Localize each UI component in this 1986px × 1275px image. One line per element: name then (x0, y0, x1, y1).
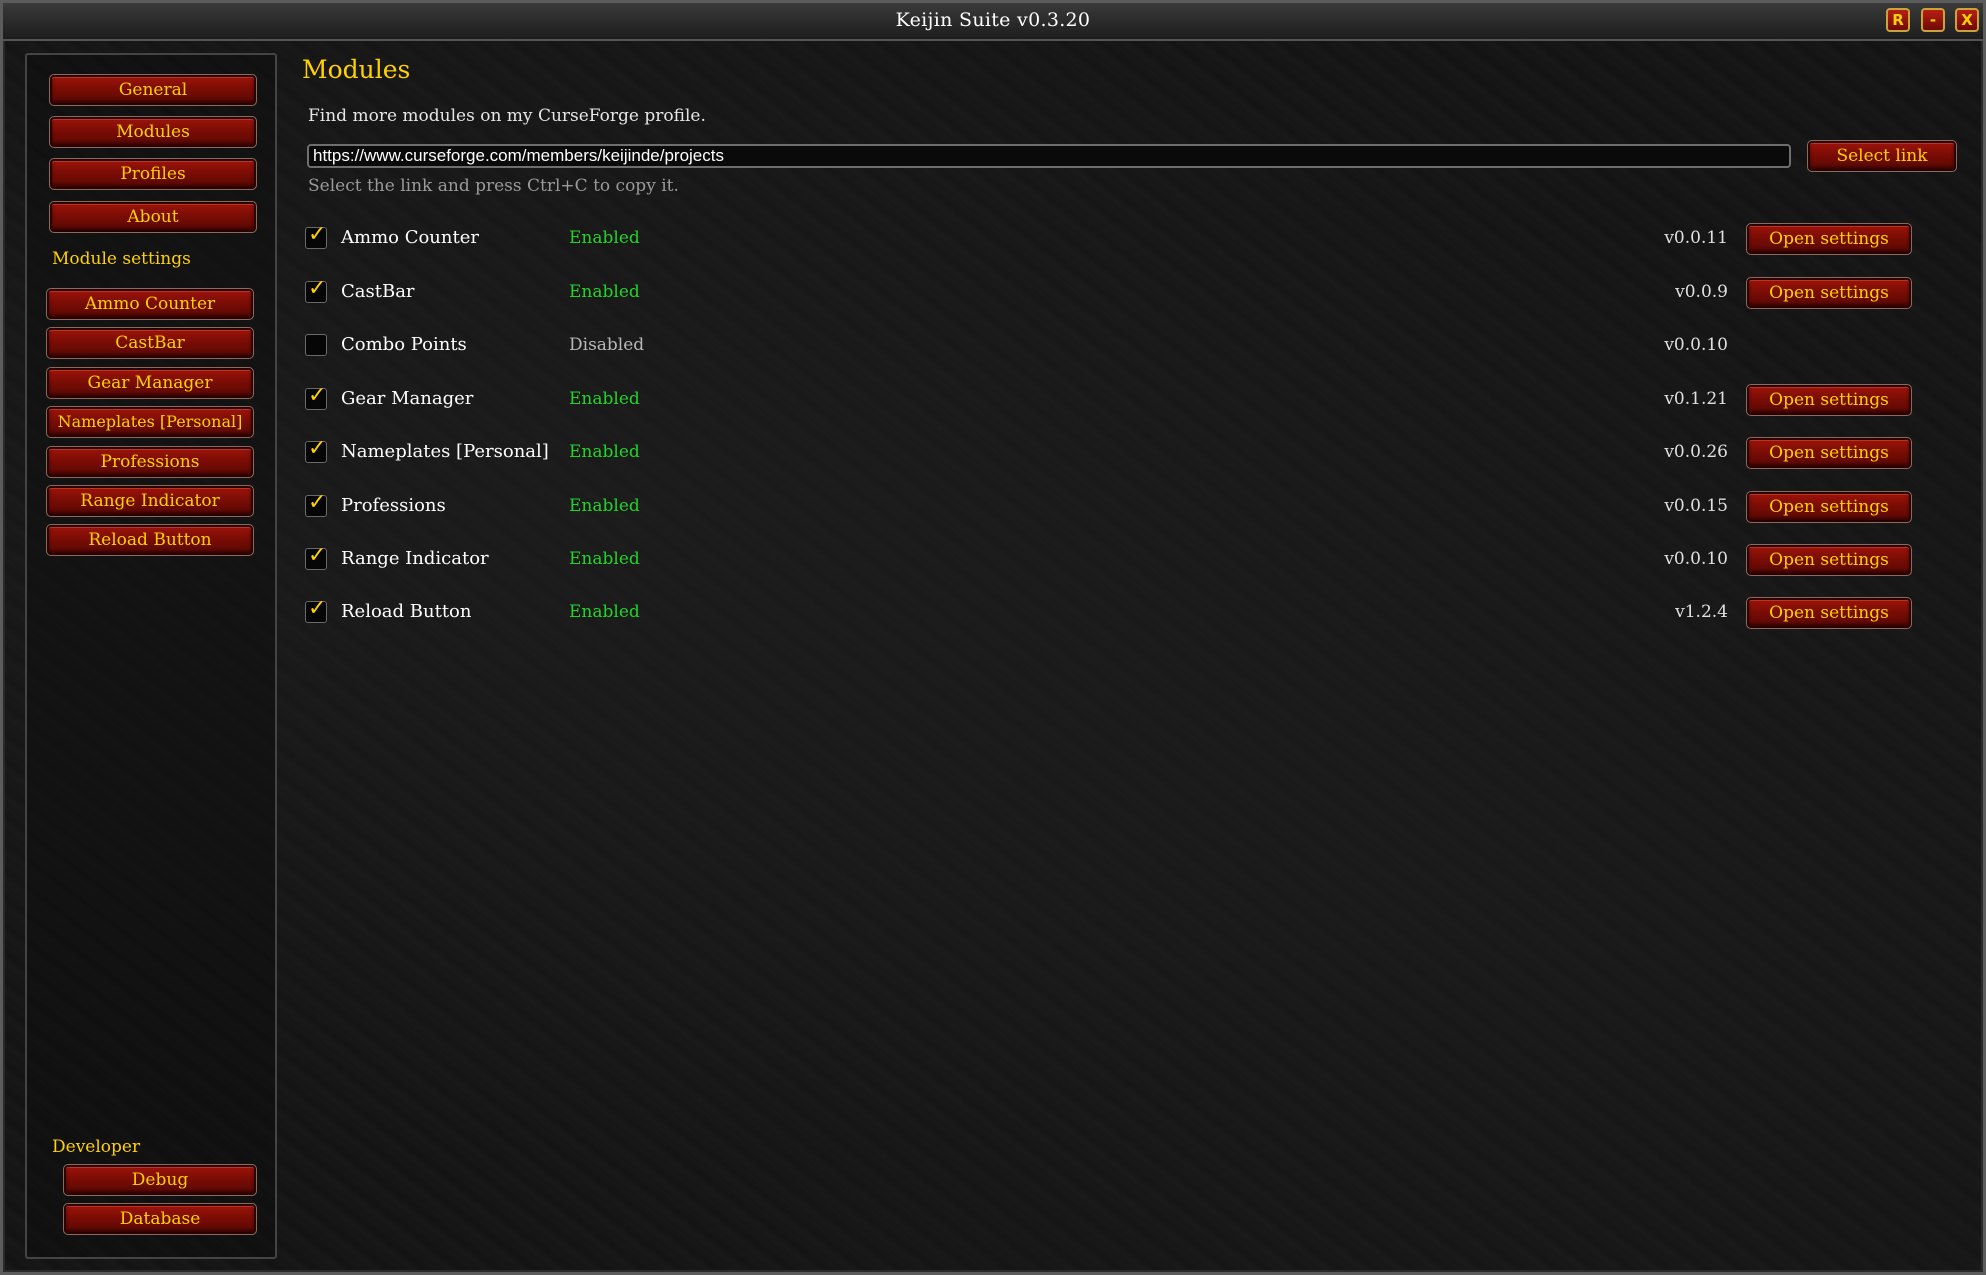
module-name: Range Indicator (341, 548, 489, 569)
module-status: Enabled (569, 389, 640, 409)
module-settings-heading: Module settings (52, 249, 191, 269)
module-row-range-indicator: ✓ Range Indicator Enabled v0.0.10 Open s… (303, 542, 1913, 578)
module-status: Enabled (569, 442, 640, 462)
close-button[interactable]: X (1955, 8, 1979, 32)
sidebar-item-ammo-counter[interactable]: Ammo Counter (46, 288, 254, 320)
module-name: CastBar (341, 281, 415, 302)
open-settings-button[interactable]: Open settings (1746, 384, 1912, 416)
module-enable-checkbox[interactable]: ✓ (305, 597, 327, 623)
open-settings-button[interactable]: Open settings (1746, 437, 1912, 469)
module-name: Ammo Counter (341, 227, 479, 248)
module-version: v0.0.15 (1664, 496, 1728, 516)
module-status: Enabled (569, 228, 640, 248)
module-version: v0.0.11 (1664, 228, 1728, 248)
checkmark-icon: ✓ (308, 276, 327, 301)
module-status: Enabled (569, 496, 640, 516)
curseforge-info-text: Find more modules on my CurseForge profi… (308, 106, 706, 126)
title-bar[interactable]: Keijin Suite v0.3.20 R - X (3, 3, 1983, 41)
module-version: v0.0.10 (1664, 549, 1728, 569)
sidebar-item-gear-manager[interactable]: Gear Manager (46, 367, 254, 399)
module-version: v0.1.21 (1664, 389, 1728, 409)
open-settings-button[interactable]: Open settings (1746, 223, 1912, 255)
checkmark-icon: ✓ (308, 490, 327, 515)
database-button[interactable]: Database (63, 1203, 257, 1235)
module-enable-checkbox[interactable]: ✓ (305, 491, 327, 517)
module-enable-checkbox[interactable] (305, 334, 327, 356)
sidebar-item-nameplates-personal[interactable]: Nameplates [Personal] (46, 406, 254, 438)
close-icon: X (1961, 11, 1973, 29)
module-status: Enabled (569, 282, 640, 302)
module-row-castbar: ✓ CastBar Enabled v0.0.9 Open settings (303, 275, 1913, 311)
module-status: Enabled (569, 549, 640, 569)
developer-heading: Developer (52, 1137, 141, 1157)
module-status: Enabled (569, 602, 640, 622)
curseforge-link-input[interactable]: https://www.curseforge.com/members/keiji… (307, 144, 1791, 168)
addon-window: Keijin Suite v0.3.20 R - X General Modul… (0, 0, 1986, 1275)
module-enable-checkbox[interactable]: ✓ (305, 277, 327, 303)
module-name: Gear Manager (341, 388, 474, 409)
checkmark-icon: ✓ (308, 222, 327, 247)
sidebar-item-professions[interactable]: Professions (46, 446, 254, 478)
checkmark-icon: ✓ (308, 543, 327, 568)
sidebar-item-reload-button[interactable]: Reload Button (46, 524, 254, 556)
module-row-nameplates-personal: ✓ Nameplates [Personal] Enabled v0.0.26 … (303, 435, 1913, 471)
nav-modules-button[interactable]: Modules (49, 116, 257, 148)
minimize-button[interactable]: - (1921, 8, 1945, 32)
module-version: v0.0.9 (1675, 282, 1728, 302)
nav-about-button[interactable]: About (49, 201, 257, 233)
module-version: v0.0.26 (1664, 442, 1728, 462)
window-title: Keijin Suite v0.3.20 (895, 9, 1091, 31)
checkmark-icon: ✓ (308, 383, 327, 408)
checkmark-icon: ✓ (308, 596, 327, 621)
module-row-combo-points: Combo Points Disabled v0.0.10 (303, 328, 1913, 364)
checkmark-icon: ✓ (308, 436, 327, 461)
module-name: Reload Button (341, 601, 472, 622)
module-row-professions: ✓ Professions Enabled v0.0.15 Open setti… (303, 489, 1913, 525)
page-title: Modules (302, 55, 411, 84)
open-settings-button[interactable]: Open settings (1746, 277, 1912, 309)
copy-hint-text: Select the link and press Ctrl+C to copy… (308, 176, 679, 196)
module-row-reload-button: ✓ Reload Button Enabled v1.2.4 Open sett… (303, 595, 1913, 631)
module-row-gear-manager: ✓ Gear Manager Enabled v0.1.21 Open sett… (303, 382, 1913, 418)
open-settings-button[interactable]: Open settings (1746, 597, 1912, 629)
module-enable-checkbox[interactable]: ✓ (305, 223, 327, 249)
module-row-ammo-counter: ✓ Ammo Counter Enabled v0.0.11 Open sett… (303, 221, 1913, 257)
module-version: v1.2.4 (1675, 602, 1728, 622)
open-settings-button[interactable]: Open settings (1746, 544, 1912, 576)
sidebar-item-castbar[interactable]: CastBar (46, 327, 254, 359)
module-name: Professions (341, 495, 446, 516)
nav-general-button[interactable]: General (49, 74, 257, 106)
open-settings-button[interactable]: Open settings (1746, 491, 1912, 523)
sidebar-item-range-indicator[interactable]: Range Indicator (46, 485, 254, 517)
debug-button[interactable]: Debug (63, 1164, 257, 1196)
module-enable-checkbox[interactable]: ✓ (305, 437, 327, 463)
module-name: Nameplates [Personal] (341, 441, 549, 462)
module-version: v0.0.10 (1664, 335, 1728, 355)
module-enable-checkbox[interactable]: ✓ (305, 544, 327, 570)
reload-button[interactable]: R (1886, 8, 1910, 32)
select-link-button[interactable]: Select link (1807, 140, 1957, 172)
sidebar: General Modules Profiles About Module se… (25, 53, 277, 1259)
module-enable-checkbox[interactable]: ✓ (305, 384, 327, 410)
module-name: Combo Points (341, 334, 467, 355)
module-status: Disabled (569, 335, 645, 355)
nav-profiles-button[interactable]: Profiles (49, 158, 257, 190)
